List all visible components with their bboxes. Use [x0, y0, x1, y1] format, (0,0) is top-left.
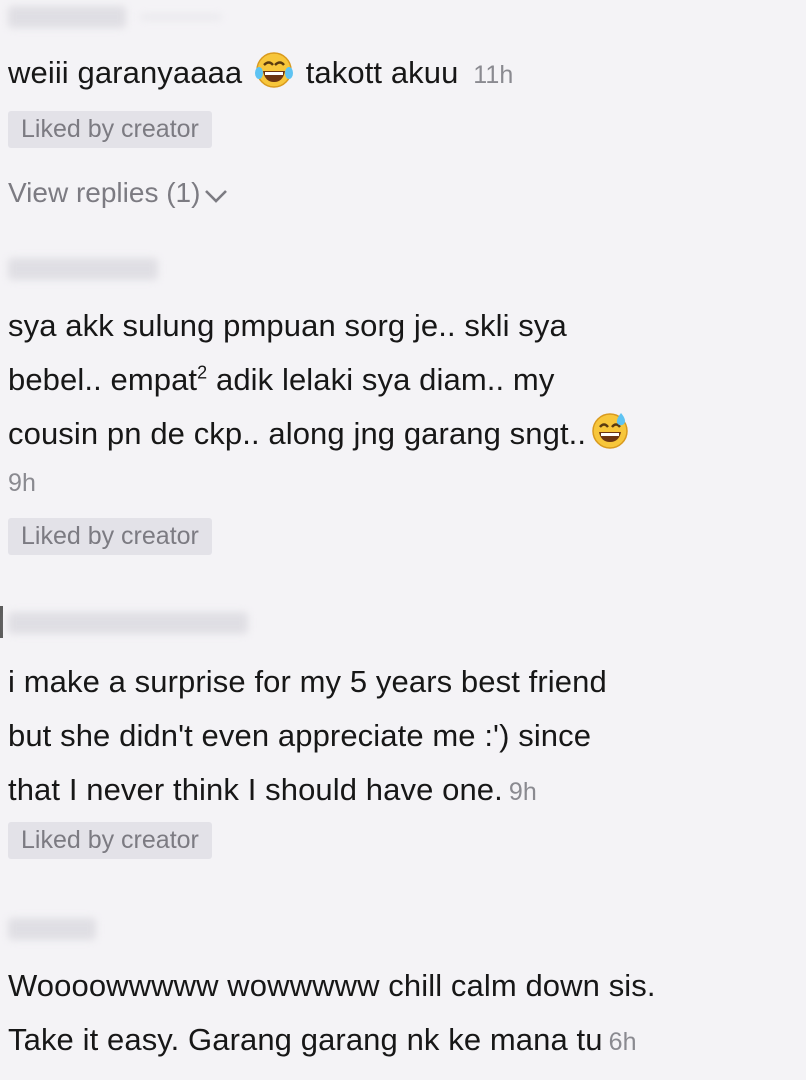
comment-text: sya akk sulung pmpuan sorg je.. skli sya…	[8, 299, 766, 499]
username-blurred[interactable]	[8, 258, 158, 280]
comment-line: cousin pn de ckp.. along jng garang sngt…	[8, 407, 766, 467]
comment-line: i make a surprise for my 5 years best fr…	[8, 664, 607, 699]
left-edge-marker	[0, 606, 3, 638]
username-blurred[interactable]	[8, 918, 96, 940]
comment-line: sya akk sulung pmpuan sorg je.. skli sya	[8, 308, 567, 343]
comment-line: but she didn't even appreciate me :') si…	[8, 718, 592, 753]
comment-text-part: takott akuu	[305, 55, 459, 90]
face-with-tears-of-joy-icon	[254, 51, 293, 106]
comment-text-part: that I never think I should have one.	[8, 772, 503, 807]
comment-text: i make a surprise for my 5 years best fr…	[8, 655, 766, 819]
comment-text-part: adik lelaki sya diam.. my	[207, 362, 555, 397]
grinning-face-with-sweat-icon	[590, 410, 630, 467]
comment-text-part: weiii garanyaaaa	[8, 55, 243, 90]
liked-by-creator-badge: Liked by creator	[8, 518, 212, 555]
comment-text-part: cousin pn de ckp.. along jng garang sngt…	[8, 416, 587, 451]
comment-timestamp: 9h	[8, 469, 37, 497]
comment-text-part: bebel.. empat	[8, 362, 198, 397]
comment-timestamp: 6h	[608, 1028, 637, 1056]
comment-text: weiii garanyaaaa takott akuu 11h	[8, 46, 766, 106]
username-blurred[interactable]	[8, 612, 248, 634]
comment-text: Woooowwwww wowwwww chill calm down sis. …	[8, 959, 766, 1069]
username-blurred[interactable]	[8, 6, 126, 28]
comment-line: that I never think I should have one. 9h	[8, 763, 766, 819]
liked-by-creator-badge: Liked by creator	[8, 111, 212, 148]
comment-timestamp: 11h	[473, 61, 514, 89]
comment-text-part: Take it easy. Garang garang nk ke mana t…	[8, 1022, 603, 1057]
comment-line: Take it easy. Garang garang nk ke mana t…	[8, 1013, 766, 1069]
username-underline-blurred	[140, 14, 222, 20]
view-replies-label: View replies (1)	[8, 177, 201, 208]
comment-timestamp: 9h	[508, 778, 537, 806]
chevron-down-icon	[204, 178, 228, 212]
comment-line: Woooowwwww wowwwww chill calm down sis.	[8, 968, 656, 1003]
liked-by-creator-badge: Liked by creator	[8, 822, 212, 859]
view-replies-button[interactable]: View replies (1)	[8, 176, 228, 212]
comment-line: bebel.. empat2 adik lelaki sya diam.. my	[8, 353, 766, 407]
superscript-number: 2	[197, 362, 208, 383]
